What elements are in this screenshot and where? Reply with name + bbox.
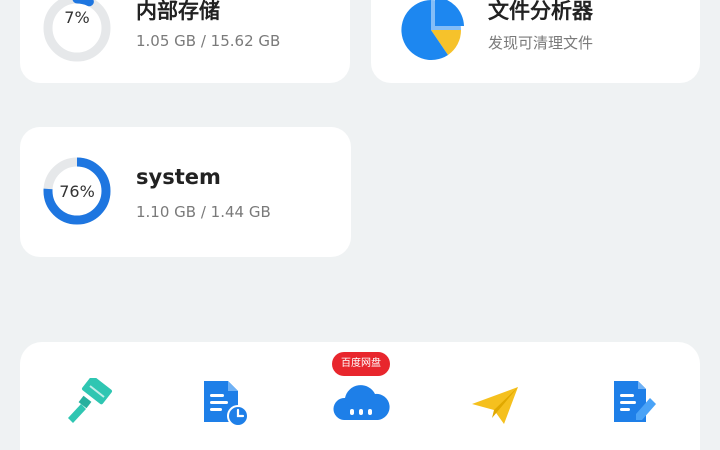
file-analyzer-title: 文件分析器 [488, 0, 593, 23]
system-storage-usage: 1.10 GB / 1.44 GB [136, 203, 271, 221]
internal-storage-percent: 7% [64, 8, 90, 27]
baidu-netdisk-badge: 百度网盘 [332, 352, 390, 376]
pie-chart-icon [401, 0, 464, 60]
internal-storage-card[interactable]: 7% 内部存储 1.05 GB / 15.62 GB [20, 0, 350, 83]
cloud-disk-icon[interactable] [332, 380, 390, 426]
send-plane-icon[interactable] [470, 384, 520, 428]
file-analyzer-card[interactable]: 文件分析器 发现可清理文件 [371, 0, 700, 83]
internal-storage-title: 内部存储 [136, 0, 220, 23]
document-edit-icon[interactable] [610, 378, 660, 428]
system-storage-card[interactable]: 76% system 1.10 GB / 1.44 GB [20, 127, 351, 257]
system-storage-title: system [136, 165, 221, 189]
file-analyzer-subtitle: 发现可清理文件 [488, 34, 594, 52]
system-storage-percent: 76% [59, 182, 95, 201]
recent-file-icon[interactable] [200, 378, 250, 428]
brush-clean-icon[interactable] [66, 378, 114, 426]
internal-storage-usage: 1.05 GB / 15.62 GB [136, 32, 281, 50]
